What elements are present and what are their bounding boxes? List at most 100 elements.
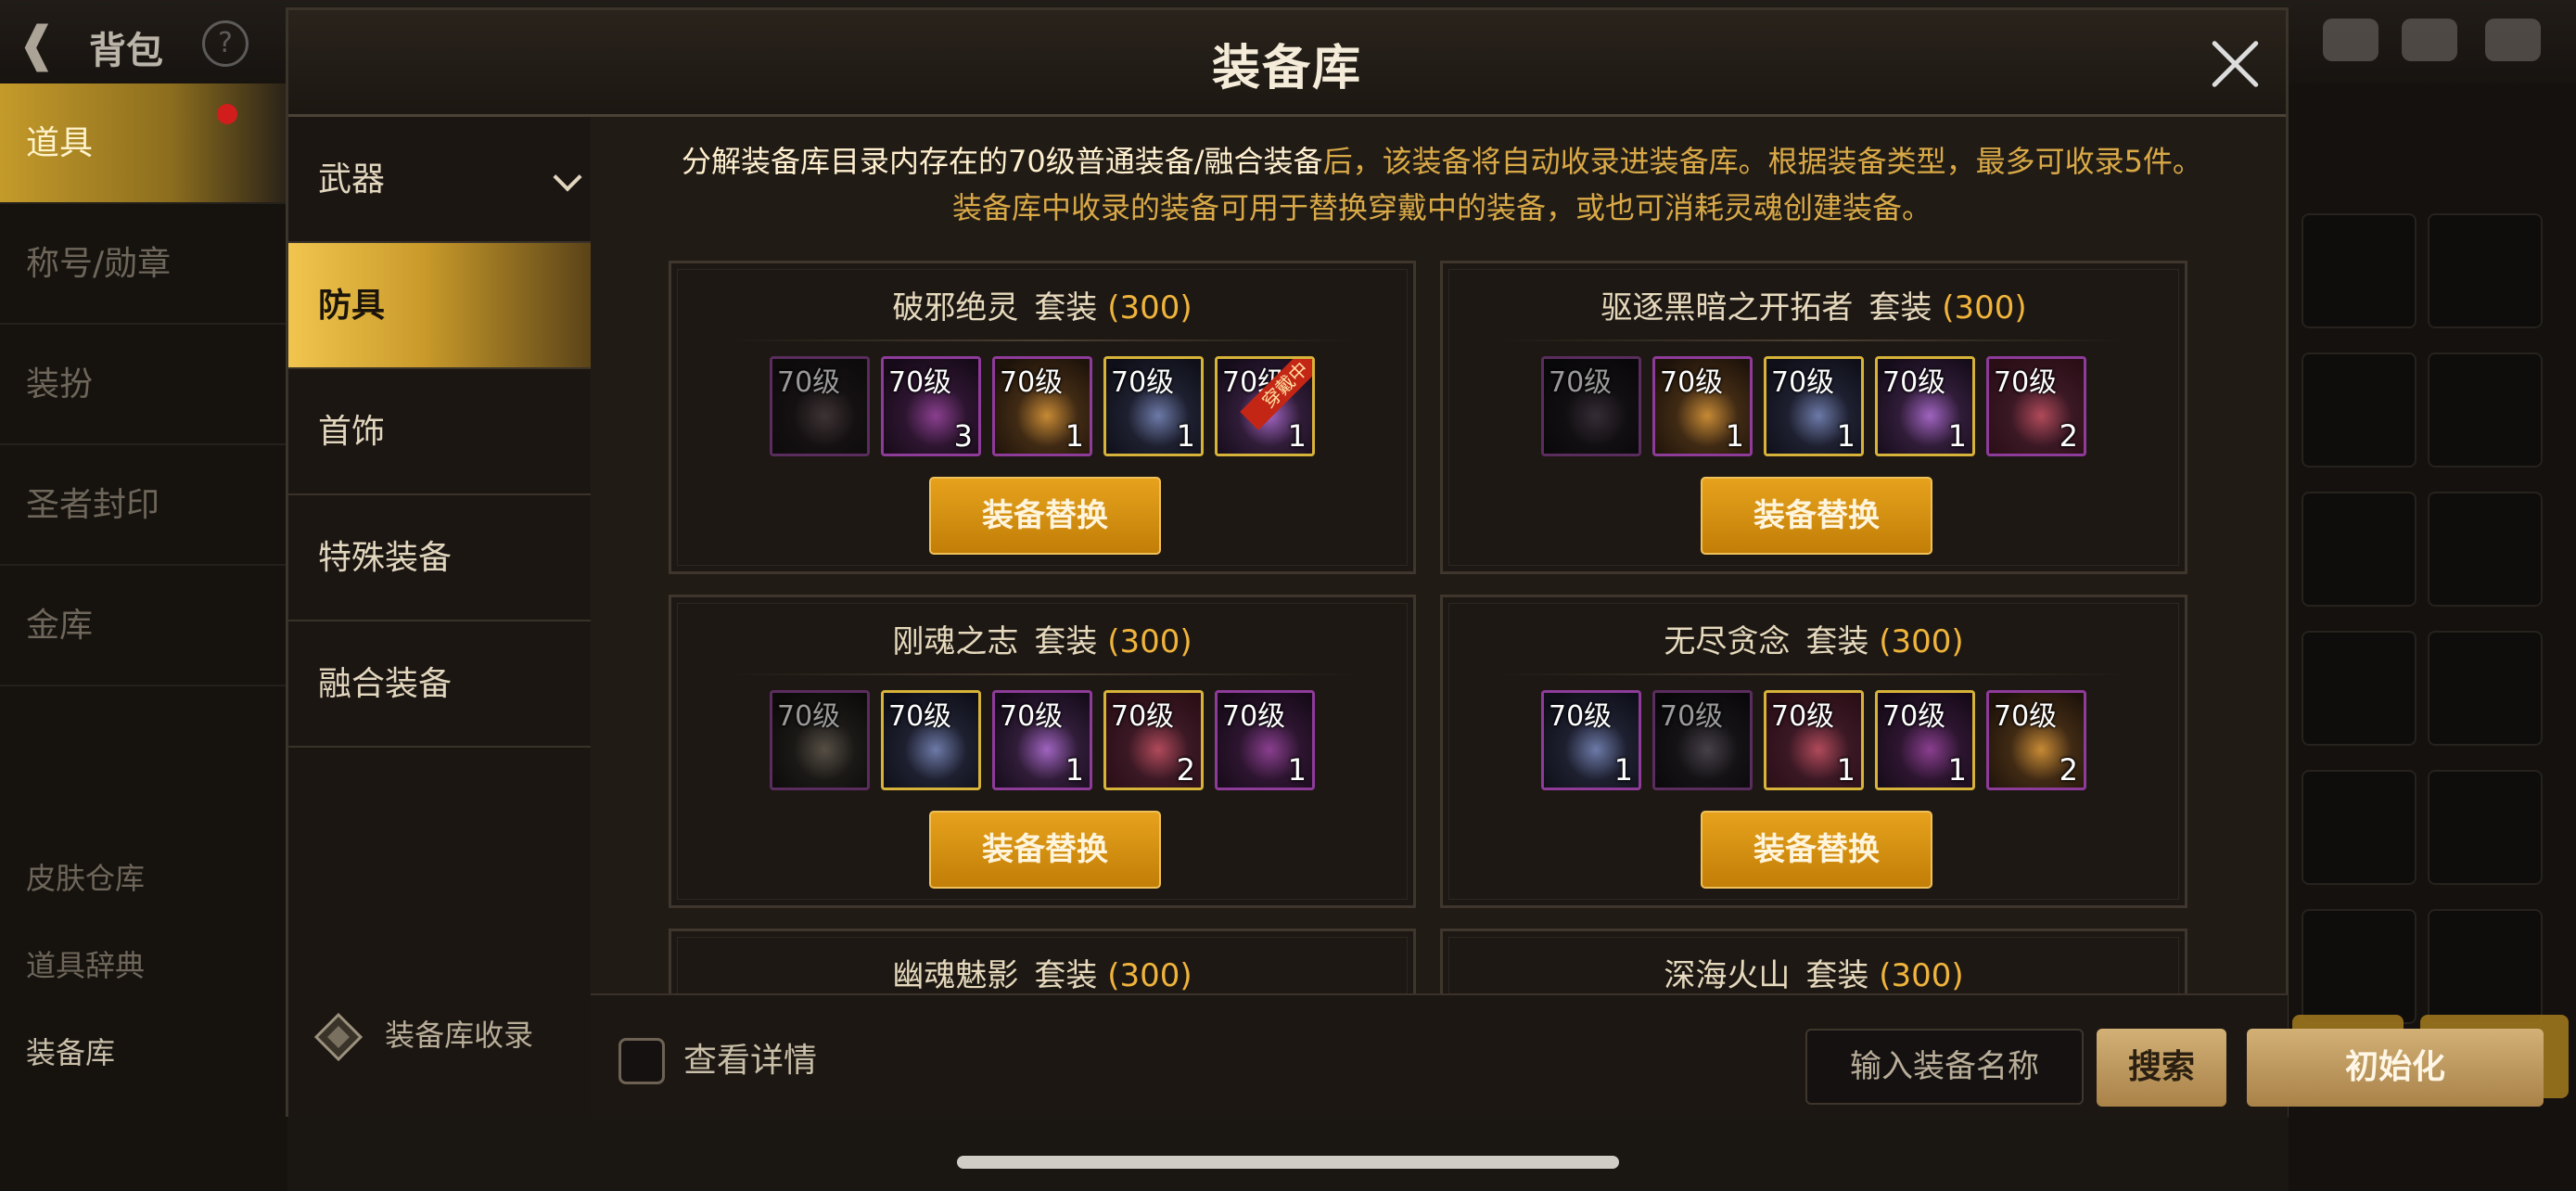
- equipment-slot[interactable]: 70级 1: [1215, 690, 1315, 790]
- set-card: 破邪绝灵 套装 (300) 70级 70级 3 70级 1 70级 1 70级 1 穿戴中 装备替换: [669, 261, 1416, 574]
- equipment-swap-button[interactable]: 装备替换: [1701, 477, 1932, 555]
- item-level: 70级: [1000, 700, 1064, 733]
- set-name: 破邪绝灵: [892, 289, 1019, 327]
- initialize-button[interactable]: 初始化: [2247, 1029, 2544, 1107]
- equipment-slot[interactable]: 70级 3: [881, 356, 981, 456]
- set-suffix: 套装: [1805, 957, 1869, 993]
- search-button[interactable]: 搜索: [2097, 1029, 2226, 1107]
- chat-icon[interactable]: [2485, 19, 2541, 61]
- bg-item-dictionary[interactable]: 道具辞典: [26, 942, 145, 985]
- category-armor[interactable]: 防具: [288, 243, 591, 369]
- category-weapon[interactable]: 武器: [288, 117, 591, 243]
- item-level: 70级: [1994, 700, 2058, 733]
- equipment-slot[interactable]: 70级: [770, 690, 870, 790]
- mail-icon[interactable]: [2402, 19, 2457, 61]
- equipment-slot[interactable]: 70级 2: [1103, 690, 1204, 790]
- notice-rest: 后，该装备将自动收录进装备库。根据装备类型，最多可收录5件。: [1322, 144, 2202, 179]
- set-score: (300): [1942, 289, 2027, 327]
- item-level: 70级: [1000, 366, 1064, 399]
- inventory-slot[interactable]: [2302, 492, 2417, 607]
- equipment-slot[interactable]: 70级 1: [992, 356, 1092, 456]
- set-divider: [727, 673, 1358, 675]
- set-suffix: 套装: [1034, 289, 1098, 327]
- equipment-swap-button[interactable]: 装备替换: [929, 477, 1161, 555]
- bg-skin-storage[interactable]: 皮肤仓库: [26, 855, 145, 898]
- set-title: 深海火山 套装 (300): [1443, 950, 2185, 993]
- category-accessory[interactable]: 首饰: [288, 369, 591, 495]
- inventory-slot[interactable]: [2428, 631, 2543, 746]
- close-icon[interactable]: [2208, 36, 2264, 92]
- item-level: 70级: [1660, 700, 1724, 733]
- equipment-slot[interactable]: 70级 1: [1103, 356, 1204, 456]
- equipment-swap-button[interactable]: 装备替换: [929, 811, 1161, 889]
- item-count: 1: [1836, 418, 1855, 454]
- bg-menu-item[interactable]: 道具: [0, 83, 287, 204]
- set-title: 驱逐黑暗之开拓者 套装 (300): [1443, 282, 2185, 327]
- help-icon[interactable]: ?: [202, 20, 249, 67]
- category-label: 特殊装备: [318, 539, 453, 577]
- item-count: 1: [1065, 752, 1084, 788]
- set-suffix: 套装: [1805, 623, 1869, 660]
- item-row: 70级 1 70级 70级 1 70级 1 70级 2: [1443, 690, 2185, 792]
- treasure-chest-icon[interactable]: [2323, 19, 2378, 61]
- category-fusion-equipment[interactable]: 融合装备: [288, 621, 591, 748]
- equipment-slot[interactable]: 70级: [1541, 356, 1641, 456]
- inventory-slot[interactable]: [2302, 352, 2417, 467]
- back-arrow-icon[interactable]: ❰: [17, 17, 57, 72]
- inventory-slot[interactable]: [2302, 770, 2417, 885]
- item-level: 70级: [1882, 366, 1946, 399]
- inventory-slot[interactable]: [2428, 770, 2543, 885]
- item-level: 70级: [1549, 700, 1613, 733]
- inventory-slot[interactable]: [2428, 909, 2543, 1024]
- item-level: 70级: [777, 700, 841, 733]
- item-count: 1: [1947, 418, 1967, 454]
- inventory-slot[interactable]: [2302, 909, 2417, 1024]
- equipment-slot[interactable]: 70级 1: [1875, 690, 1975, 790]
- inventory-slot[interactable]: [2428, 352, 2543, 467]
- item-count: 1: [1065, 418, 1084, 454]
- set-divider: [1498, 673, 2129, 675]
- equipment-slot[interactable]: 70级 2: [1986, 690, 2086, 790]
- view-details-checkbox[interactable]: [618, 1038, 665, 1084]
- notification-dot: [217, 104, 237, 124]
- equipment-slot[interactable]: 70级 1: [1875, 356, 1975, 456]
- set-card: 刚魂之志 套装 (300) 70级 70级 70级 1 70级 2 70级 1 装备替换: [669, 595, 1416, 908]
- set-list[interactable]: 破邪绝灵 套装 (300) 70级 70级 3 70级 1 70级 1 70级 1 穿戴中 装备替换驱…: [607, 261, 2288, 993]
- inventory-slot[interactable]: [2302, 631, 2417, 746]
- inventory-slot[interactable]: [2302, 213, 2417, 328]
- bg-menu-item[interactable]: 称号/勋章: [0, 204, 287, 325]
- equipment-slot[interactable]: 70级 1: [1541, 690, 1641, 790]
- equipment-slot[interactable]: 70级 1: [992, 690, 1092, 790]
- bg-menu-item[interactable]: 装扮: [0, 325, 287, 445]
- item-level: 70级: [777, 366, 841, 399]
- equipment-search-input[interactable]: [1805, 1029, 2084, 1105]
- item-count: 1: [1287, 418, 1307, 454]
- equipment-slot[interactable]: 70级 1 穿戴中: [1215, 356, 1315, 456]
- equipment-slot[interactable]: 70级: [881, 690, 981, 790]
- equipment-slot[interactable]: 70级 1: [1652, 356, 1753, 456]
- equipment-slot[interactable]: 70级: [1652, 690, 1753, 790]
- set-title: 幽魂魅影 套装 (300): [671, 950, 1413, 993]
- set-title: 破邪绝灵 套装 (300): [671, 282, 1413, 327]
- equipment-slot[interactable]: 70级: [770, 356, 870, 456]
- equipment-slot[interactable]: 70级 1: [1764, 356, 1864, 456]
- inventory-slot[interactable]: [2428, 213, 2543, 328]
- bg-menu-item[interactable]: 金库: [0, 566, 287, 686]
- item-level: 70级: [1660, 366, 1724, 399]
- notice-highlight: 分解装备库目录内存在的70级普通装备/融合装备: [682, 144, 1323, 179]
- category-special-equipment[interactable]: 特殊装备: [288, 495, 591, 621]
- bg-equipment-library[interactable]: 装备库: [26, 1030, 115, 1072]
- collect-entry[interactable]: 装备库收录: [314, 1007, 533, 1063]
- set-score: (300): [1107, 623, 1192, 660]
- item-level: 70级: [888, 366, 952, 399]
- collection-diamond-icon: [314, 1013, 363, 1061]
- equipment-slot[interactable]: 70级 2: [1986, 356, 2086, 456]
- bg-menu-item[interactable]: 圣者封印: [0, 445, 287, 566]
- inventory-slot[interactable]: [2428, 492, 2543, 607]
- equipment-slot[interactable]: 70级 1: [1764, 690, 1864, 790]
- set-card: 无尽贪念 套装 (300) 70级 1 70级 70级 1 70级 1 70级 2 装备替换: [1440, 595, 2187, 908]
- modal-header: 装备库: [288, 10, 2286, 117]
- set-score: (300): [1107, 957, 1192, 993]
- home-indicator: [957, 1156, 1619, 1169]
- equipment-swap-button[interactable]: 装备替换: [1701, 811, 1932, 889]
